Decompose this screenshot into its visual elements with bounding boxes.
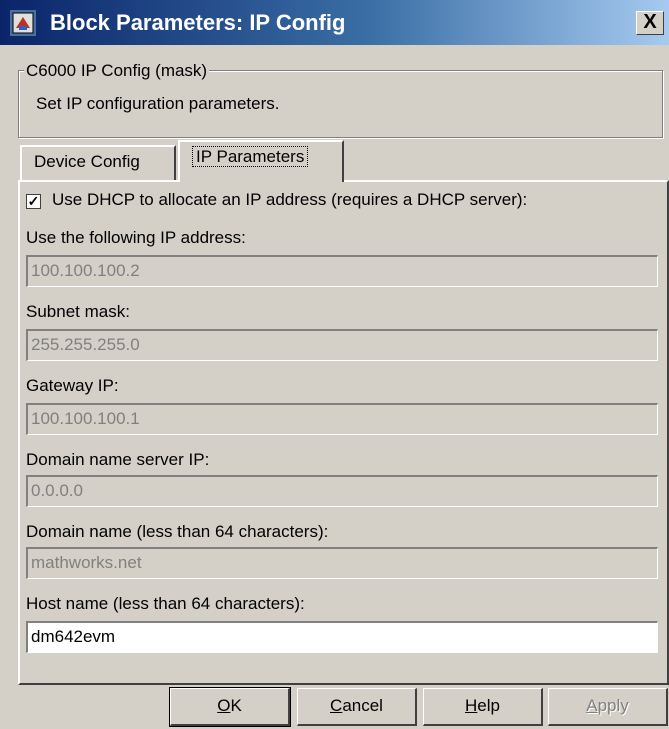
ip-address-label: Use the following IP address:: [26, 228, 246, 247]
simulink-block-icon: [10, 10, 36, 36]
cancel-label: ancel: [342, 696, 383, 715]
close-button[interactable]: X: [636, 11, 664, 35]
tab-label: IP Parameters: [192, 146, 309, 167]
mask-legend: C6000 IP Config (mask): [24, 61, 210, 81]
apply-button[interactable]: Apply: [548, 688, 668, 726]
tab-label: Device Config: [34, 152, 140, 171]
subnet-mask-field[interactable]: 255.255.255.0: [26, 329, 658, 361]
cancel-button[interactable]: Cancel: [297, 688, 417, 726]
close-icon: X: [643, 11, 657, 33]
title-bar[interactable]: Block Parameters: IP Config X: [0, 0, 669, 45]
help-button[interactable]: Help: [423, 688, 543, 726]
cancel-mnemonic: C: [330, 696, 343, 715]
apply-mnemonic: A: [586, 696, 598, 715]
dhcp-checkbox[interactable]: ✓: [26, 194, 41, 209]
gateway-label: Gateway IP:: [26, 376, 119, 395]
help-label: elp: [477, 696, 500, 715]
subnet-mask-label: Subnet mask:: [26, 302, 130, 321]
apply-label: pply: [597, 696, 629, 715]
ok-button[interactable]: OK: [169, 687, 291, 727]
dns-label: Domain name server IP:: [26, 450, 210, 469]
mask-description: Set IP configuration parameters.: [36, 94, 280, 113]
domain-name-label: Domain name (less than 64 characters):: [26, 522, 329, 541]
host-name-label: Host name (less than 64 characters):: [26, 594, 305, 613]
checkmark-icon: ✓: [27, 193, 40, 209]
dhcp-label: Use DHCP to allocate an IP address (requ…: [52, 190, 528, 209]
help-mnemonic: H: [465, 696, 478, 715]
gateway-field[interactable]: 100.100.100.1: [26, 403, 658, 435]
ok-mnemonic: O: [217, 696, 231, 715]
tab-device-config[interactable]: Device Config: [20, 145, 176, 181]
ok-label: K: [230, 696, 242, 715]
window-title: Block Parameters: IP Config: [50, 10, 346, 35]
domain-name-field[interactable]: mathworks.net: [26, 547, 658, 579]
ip-address-field[interactable]: 100.100.100.2: [26, 255, 658, 287]
tab-ip-parameters[interactable]: IP Parameters: [178, 140, 344, 182]
dns-field[interactable]: 0.0.0.0: [26, 475, 658, 507]
host-name-field[interactable]: dm642evm: [26, 621, 658, 653]
